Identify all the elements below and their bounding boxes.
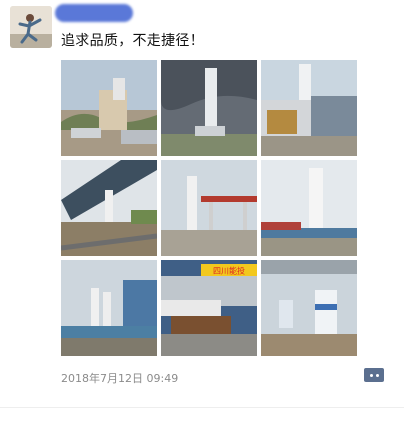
photo-1[interactable] xyxy=(61,60,157,156)
photo-6[interactable] xyxy=(261,160,357,256)
avatar[interactable] xyxy=(10,6,52,48)
photo-7[interactable] xyxy=(61,260,157,356)
post-timestamp: 2018年7月12日 09:49 xyxy=(61,372,179,385)
post-text: 追求品质，不走捷径！ xyxy=(61,33,204,49)
photo-grid: 四川能投 xyxy=(61,60,363,358)
more-dots-icon[interactable] xyxy=(364,368,384,382)
moments-post: 追求品质，不走捷径！ 四川能投 2018年7月12日 09:49 xyxy=(0,0,404,425)
photo-9[interactable] xyxy=(261,260,357,356)
photo-3[interactable] xyxy=(261,60,357,156)
photo-5[interactable] xyxy=(161,160,257,256)
photo-2[interactable] xyxy=(161,60,257,156)
canopy-sign-text: 四川能投 xyxy=(213,266,245,276)
photo-8[interactable]: 四川能投 xyxy=(161,260,257,356)
username-blurred[interactable] xyxy=(55,4,133,22)
photo-4[interactable] xyxy=(61,160,157,256)
divider xyxy=(0,407,404,408)
